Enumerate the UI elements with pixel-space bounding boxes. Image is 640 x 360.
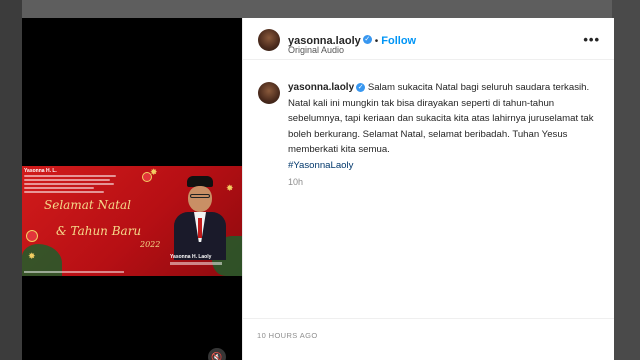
card-person-name: Yasonna H. Laoly — [170, 254, 212, 260]
original-audio-link[interactable]: Original Audio — [288, 45, 344, 55]
verified-badge-icon: ✓ — [362, 35, 372, 45]
star-icon: ✸ — [28, 251, 36, 261]
greeting-year: 2022 — [140, 240, 161, 249]
more-options-icon[interactable]: ••• — [583, 32, 600, 47]
christmas-greeting-card: Yasonna H. L. ✸ ✸ ✸ Selamat Natal & Tahu… — [22, 166, 242, 276]
post-modal: Yasonna H. L. ✸ ✸ ✸ Selamat Natal & Tahu… — [22, 18, 614, 360]
verified-badge-icon: ✓ — [356, 82, 366, 92]
backdrop-right-strip — [612, 0, 640, 360]
caption-username-link[interactable]: yasonna.laoly — [288, 82, 354, 93]
post-header: yasonna.laoly ✓ • Follow Original Audio ••• — [243, 18, 614, 60]
card-name-plate: Yasonna H. Laoly — [170, 254, 230, 268]
greeting-line-2: & Tahun Baru — [56, 224, 142, 238]
card-top-label: Yasonna H. L. — [24, 168, 57, 174]
actions-divider — [243, 318, 614, 319]
card-footer-text — [24, 271, 124, 273]
greeting-line-1: Selamat Natal — [44, 198, 131, 212]
caption-timestamp: 10h — [288, 176, 304, 187]
post-media[interactable]: Yasonna H. L. ✸ ✸ ✸ Selamat Natal & Tahu… — [22, 18, 242, 360]
post-caption: yasonna.laoly ✓ Salam sukacita Natal bagi… — [258, 80, 594, 187]
person-portrait — [170, 174, 230, 260]
hashtag-link[interactable]: #YasonnaLaoly — [288, 160, 594, 171]
action-icons-row — [257, 350, 557, 360]
avatar[interactable] — [258, 29, 280, 51]
audio-toggle-icon[interactable]: 🔇 — [208, 348, 226, 360]
post-date: 10 HOURS AGO — [257, 331, 318, 340]
ornament-ball-icon — [26, 230, 38, 242]
backdrop-left-strip — [0, 0, 22, 360]
star-icon: ✸ — [150, 167, 158, 177]
separator-dot: • — [374, 36, 379, 47]
follow-button[interactable]: Follow — [381, 35, 416, 47]
card-small-text-block — [24, 175, 120, 195]
caption-avatar[interactable] — [258, 82, 280, 104]
post-details-panel: yasonna.laoly ✓ • Follow Original Audio •••… — [242, 18, 614, 360]
